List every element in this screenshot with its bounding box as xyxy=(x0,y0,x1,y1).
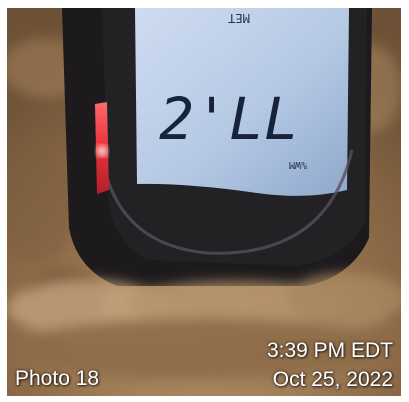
photo-label: Photo 18 xyxy=(15,367,100,390)
red-indicator xyxy=(95,102,109,194)
lcd-reading: 2'LL xyxy=(159,85,299,153)
lcd-screen: MET 2'LL %WM xyxy=(135,8,349,196)
timestamp-date: Oct 25, 2022 xyxy=(272,368,393,391)
meter-photo-scene: MET 2'LL %WM xyxy=(7,8,401,396)
meter-photo: MET 2'LL %WM xyxy=(7,8,401,396)
lcd-top-text: MET xyxy=(228,11,250,25)
lcd-unit-text: %WM xyxy=(289,159,307,170)
photo-frame: MET 2'LL %WM Photo 18 3:39 PM EDT Oct 25… xyxy=(0,0,409,402)
timestamp-time: 3:39 PM EDT xyxy=(266,339,393,362)
